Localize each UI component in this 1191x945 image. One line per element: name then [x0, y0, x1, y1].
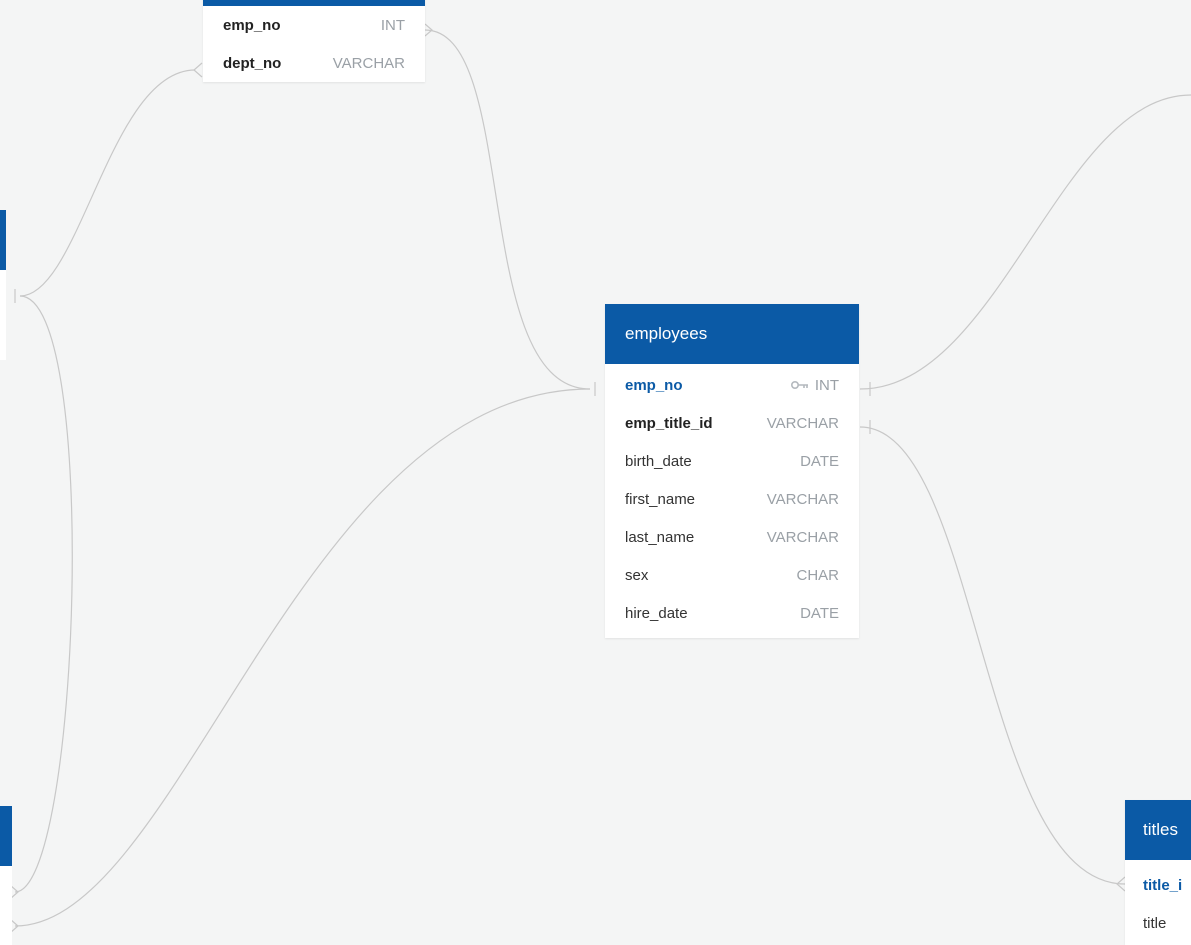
- column-name: emp_title_id: [625, 414, 713, 432]
- column-row[interactable]: first_name VARCHAR: [605, 480, 859, 518]
- table-header[interactable]: titles: [1125, 800, 1191, 860]
- column-row[interactable]: emp_no INT: [605, 366, 859, 404]
- column-name: title: [1143, 914, 1167, 932]
- column-type: VARCHAR: [766, 490, 839, 508]
- column-type: VARCHAR: [766, 414, 839, 432]
- link-employees-titleid-to-titles: [859, 426, 1126, 885]
- link-left-to-lowerleft: [14, 295, 73, 893]
- link-employees-empno-to-right: [859, 94, 1191, 390]
- column-name: emp_no: [223, 16, 281, 34]
- table-title: employees: [625, 324, 708, 343]
- column-type: DATE: [800, 452, 839, 470]
- column-row[interactable]: title_i: [1125, 866, 1191, 904]
- column-row[interactable]: sex CHAR: [605, 556, 859, 594]
- table-title: titles: [1143, 820, 1178, 839]
- link-employees-empno-to-lowerleft: [14, 388, 591, 927]
- diagram-canvas[interactable]: emp_no INT dept_no VARCHAR employees emp…: [0, 0, 1191, 945]
- column-name: sex: [625, 566, 649, 584]
- column-type: CHAR: [796, 566, 839, 584]
- column-name: hire_date: [625, 604, 688, 622]
- column-name: title_i: [1143, 876, 1183, 894]
- titles-table[interactable]: titles title_i title: [1125, 800, 1191, 945]
- column-name: birth_date: [625, 452, 692, 470]
- column-name: emp_no: [625, 376, 683, 394]
- left-table-header[interactable]: [0, 210, 6, 270]
- column-row[interactable]: emp_no INT: [203, 6, 425, 44]
- column-type-cell: INT: [790, 376, 839, 394]
- column-type: INT: [380, 16, 405, 34]
- lower-left-table-body[interactable]: [0, 866, 12, 945]
- column-name: last_name: [625, 528, 695, 546]
- left-table-body[interactable]: [0, 270, 6, 360]
- column-row[interactable]: hire_date DATE: [605, 594, 859, 632]
- crowfoot-marker: [193, 62, 203, 78]
- column-row[interactable]: title: [1125, 904, 1191, 942]
- dept-emp-table[interactable]: emp_no INT dept_no VARCHAR: [203, 0, 425, 82]
- lower-left-table-header[interactable]: [0, 806, 12, 866]
- link-deptemp-empno-to-employees-empno: [424, 29, 591, 390]
- column-row[interactable]: dept_no VARCHAR: [203, 44, 425, 82]
- column-row[interactable]: emp_title_id VARCHAR: [605, 404, 859, 442]
- column-type: INT: [814, 376, 839, 394]
- column-name: first_name: [625, 490, 696, 508]
- column-name: dept_no: [223, 54, 282, 72]
- link-left-to-deptemp-deptno: [19, 69, 196, 297]
- column-type: DATE: [800, 604, 839, 622]
- relationship-lines: [9, 23, 1191, 934]
- column-type: VARCHAR: [766, 528, 839, 546]
- key-icon: [790, 381, 808, 389]
- column-row[interactable]: birth_date DATE: [605, 442, 859, 480]
- table-header[interactable]: employees: [605, 304, 859, 364]
- column-type: VARCHAR: [332, 54, 405, 72]
- employees-table[interactable]: employees emp_no INT emp_title_id VARCHA…: [605, 304, 859, 638]
- column-row[interactable]: last_name VARCHAR: [605, 518, 859, 556]
